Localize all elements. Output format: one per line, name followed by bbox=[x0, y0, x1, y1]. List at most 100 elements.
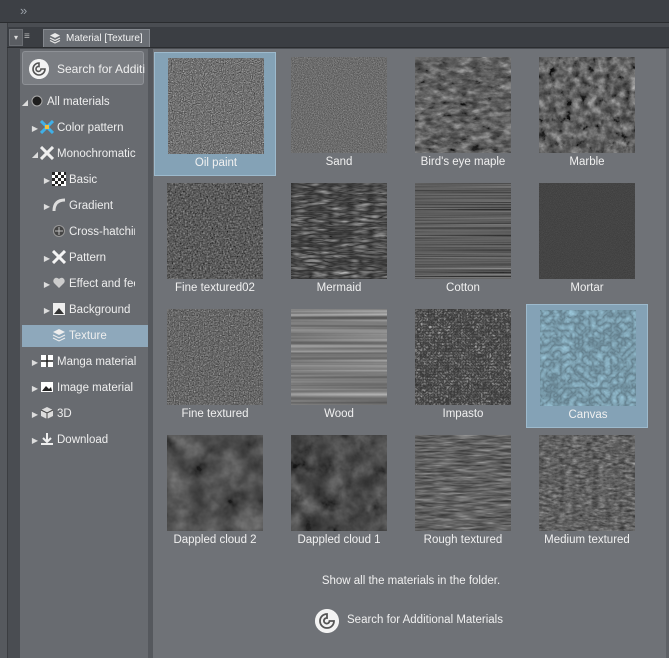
expand-arrow-icon[interactable]: ▶ bbox=[42, 274, 52, 296]
tree-item-label: Basic bbox=[69, 174, 98, 186]
expand-arrow-icon[interactable]: ▶ bbox=[42, 300, 52, 322]
tree-item-manga-material[interactable]: ▶ Manga material bbox=[30, 351, 137, 374]
tree-item-label: Manga material bbox=[57, 356, 137, 368]
material-name: Fine textured bbox=[181, 408, 249, 420]
assets-logo-icon bbox=[29, 59, 49, 79]
toggle-sidebar-icon[interactable]: ≡ bbox=[24, 29, 38, 44]
material-thumbnail bbox=[415, 183, 511, 279]
expand-arrow-icon[interactable]: ▶ bbox=[42, 248, 52, 270]
material-thumbnail bbox=[167, 309, 263, 405]
left-dock-strip bbox=[0, 23, 8, 658]
assets-logo-icon bbox=[315, 609, 339, 633]
tree-item-color-pattern[interactable]: ▶ Color pattern bbox=[30, 117, 134, 139]
tree-item-texture[interactable]: Texture bbox=[22, 325, 150, 347]
material-item-marble[interactable]: Marble bbox=[526, 52, 648, 176]
material-thumbnail bbox=[167, 435, 263, 531]
show-all-link[interactable]: Show all the materials in the folder. bbox=[153, 575, 669, 587]
tree-item-background[interactable]: ▶ Background bbox=[42, 299, 132, 321]
material-thumbnail bbox=[291, 309, 387, 405]
expand-arrow-icon[interactable]: ▶ bbox=[30, 430, 40, 452]
disc-icon bbox=[31, 95, 43, 107]
material-item-cotton[interactable]: Cotton bbox=[402, 178, 524, 302]
search-additional-button[interactable]: Search for Additi... bbox=[22, 51, 145, 85]
expand-arrow-icon[interactable]: ▶ bbox=[42, 196, 52, 218]
background-icon bbox=[53, 303, 65, 315]
tree-item-download[interactable]: ▶ Download bbox=[30, 429, 134, 451]
material-item-canvas[interactable]: Canvas bbox=[526, 304, 648, 428]
expand-arrow-icon[interactable]: ▶ bbox=[30, 352, 40, 374]
material-name: Sand bbox=[325, 156, 353, 168]
collapse-arrow-icon[interactable]: ◢ bbox=[20, 92, 30, 114]
material-name: Wood bbox=[324, 408, 354, 420]
material-item-oil-paint[interactable]: Oil paint bbox=[154, 52, 276, 176]
tree-item-3d[interactable]: ▶ 3D bbox=[30, 403, 134, 425]
collapse-arrow-icon[interactable]: ◢ bbox=[30, 144, 40, 166]
material-item-rough-textured[interactable]: Rough textured bbox=[402, 430, 524, 554]
tree-item-label: Color pattern bbox=[57, 122, 124, 134]
palette-tab-bar: ▾ ≡ Material [Texture] bbox=[7, 27, 669, 48]
material-thumbnail bbox=[539, 57, 635, 153]
tree-item-label: Background bbox=[69, 304, 131, 316]
material-item-dappled-cloud-1[interactable]: Dappled cloud 1 bbox=[278, 430, 400, 554]
search-additional-materials-label: Search for Additional Materials bbox=[347, 614, 503, 626]
gradient-icon bbox=[52, 198, 66, 212]
material-thumbnail bbox=[291, 435, 387, 531]
material-item-mermaid[interactable]: Mermaid bbox=[278, 178, 400, 302]
tree-item-cross-hatching[interactable]: Cross-hatching bbox=[42, 221, 135, 243]
material-stack-icon bbox=[49, 33, 61, 44]
tree-item-image-material[interactable]: ▶ Image material bbox=[30, 377, 134, 399]
cube-icon bbox=[40, 407, 54, 419]
material-item-sand[interactable]: Sand bbox=[278, 52, 400, 176]
material-item-fine-textured02[interactable]: Fine textured02 bbox=[154, 178, 276, 302]
material-item-wood[interactable]: Wood bbox=[278, 304, 400, 428]
material-name: Impasto bbox=[442, 408, 484, 420]
pattern-icon bbox=[52, 250, 66, 264]
material-item-bird-s-eye-maple[interactable]: Bird's eye maple bbox=[402, 52, 524, 176]
tree-item-pattern[interactable]: ▶ Pattern bbox=[42, 247, 132, 269]
material-grid: Show all the materials in the folder. Se… bbox=[153, 49, 669, 658]
tree-item-label: Pattern bbox=[69, 252, 107, 264]
expand-arrow-icon[interactable]: ▶ bbox=[30, 404, 40, 426]
material-sidebar: Search for Additi... ◢ All materials ▶ Colo… bbox=[20, 49, 150, 658]
material-name: Dappled cloud 2 bbox=[173, 534, 257, 546]
expand-arrow-icon[interactable]: ▶ bbox=[42, 170, 52, 192]
material-name: Mermaid bbox=[316, 282, 362, 294]
material-name: Rough textured bbox=[423, 534, 503, 546]
tree-item-label: Gradient bbox=[69, 200, 114, 212]
tree-item-label: Download bbox=[57, 434, 109, 446]
download-icon bbox=[41, 433, 53, 445]
material-name: Bird's eye maple bbox=[420, 156, 506, 168]
tree-item-label: Texture bbox=[69, 330, 107, 342]
material-thumbnail bbox=[540, 310, 636, 406]
checker-icon bbox=[52, 172, 66, 186]
material-thumbnail bbox=[167, 183, 263, 279]
manga-icon bbox=[41, 355, 53, 367]
tree-item-basic[interactable]: ▶ Basic bbox=[42, 169, 132, 191]
material-name: Dappled cloud 1 bbox=[297, 534, 381, 546]
expand-arrow-icon[interactable]: ▶ bbox=[30, 118, 40, 140]
material-thumbnail bbox=[539, 435, 635, 531]
crosshatch-icon bbox=[53, 225, 65, 237]
tree-item-all-materials[interactable]: ◢ All materials bbox=[20, 91, 132, 113]
material-item-fine-textured[interactable]: Fine textured bbox=[154, 304, 276, 428]
tree-item-monochromatic-pattern[interactable]: ◢ Monochromatic pattern bbox=[30, 143, 137, 166]
material-thumbnail bbox=[415, 57, 511, 153]
material-thumbnail bbox=[415, 435, 511, 531]
expand-arrow-icon[interactable]: ▶ bbox=[30, 378, 40, 400]
expand-chevron-icon[interactable]: » bbox=[20, 3, 27, 18]
material-item-dappled-cloud-2[interactable]: Dappled cloud 2 bbox=[154, 430, 276, 554]
tab-material-texture[interactable]: Material [Texture] bbox=[43, 29, 150, 47]
material-item-impasto[interactable]: Impasto bbox=[402, 304, 524, 428]
material-thumbnail bbox=[291, 57, 387, 153]
monochromatic-icon bbox=[40, 146, 54, 160]
palette-menu-button[interactable]: ▾ bbox=[9, 29, 23, 46]
tree-item-gradient[interactable]: ▶ Gradient bbox=[42, 195, 132, 217]
material-item-medium-textured[interactable]: Medium textured bbox=[526, 430, 648, 554]
tree-item-label: Cross-hatching bbox=[69, 226, 135, 238]
material-name: Mortar bbox=[570, 282, 604, 294]
material-item-mortar[interactable]: Mortar bbox=[526, 178, 648, 302]
tree-item-effect-and-feeling[interactable]: ▶ Effect and feeling bbox=[42, 273, 135, 296]
material-name: Fine textured02 bbox=[175, 282, 255, 294]
tree-item-label: Image material bbox=[57, 382, 134, 394]
tree-item-label: Effect and feeling bbox=[69, 278, 135, 290]
